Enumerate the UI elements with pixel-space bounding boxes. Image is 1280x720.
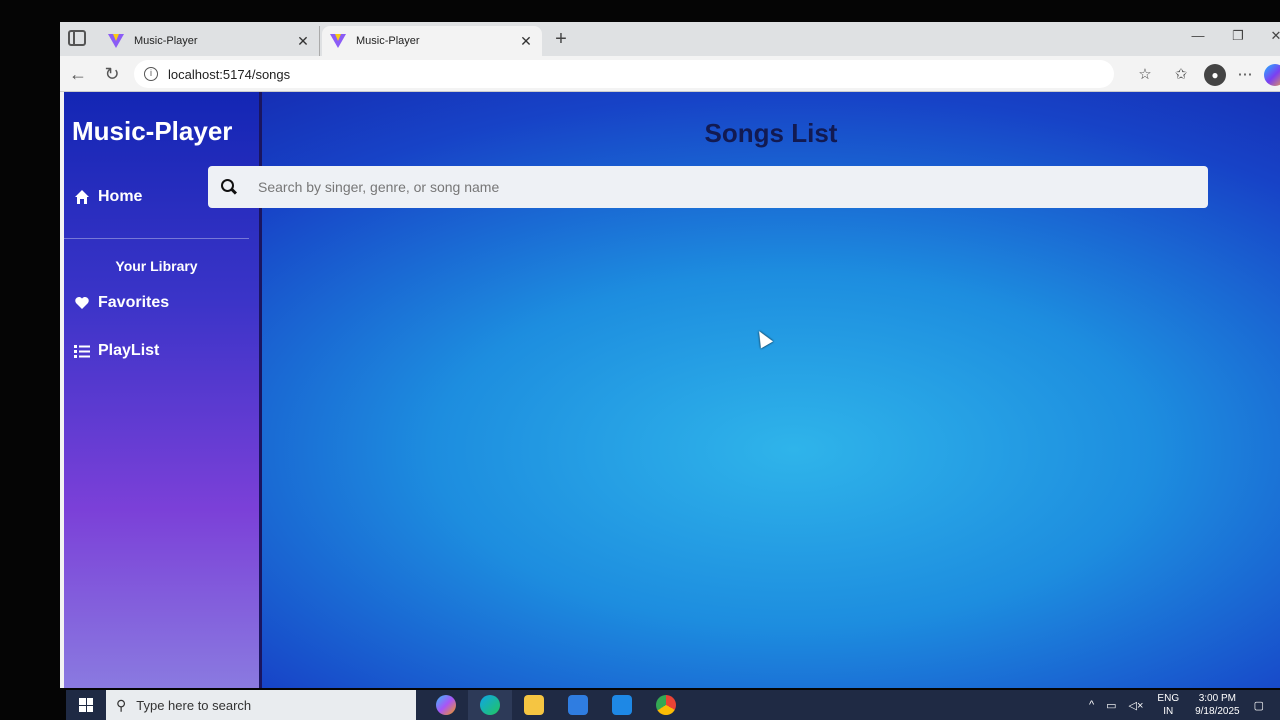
taskbar-search[interactable]: ⚲ Type here to search (106, 690, 416, 720)
language-indicator[interactable]: ENG IN (1157, 692, 1179, 718)
taskbar-edge[interactable] (468, 690, 512, 720)
tab-music-player-2[interactable]: Music-Player ✕ (322, 26, 542, 56)
tab-title: Music-Player (134, 35, 198, 47)
folder-icon (524, 695, 544, 715)
tab-actions-icon[interactable] (68, 30, 86, 46)
favorites-bar-icon[interactable]: ✩ (1170, 64, 1192, 86)
vite-favicon-icon (108, 34, 124, 48)
sidebar-divider (64, 238, 249, 239)
tab-title: Music-Player (356, 35, 420, 47)
tab-close-icon[interactable]: ✕ (295, 33, 311, 50)
sidebar-item-favorites[interactable]: Favorites (72, 294, 169, 312)
taskbar-mail[interactable] (556, 690, 600, 720)
tab-bar: Music-Player ✕ Music-Player ✕ + — ❐ ✕ (60, 22, 1280, 56)
taskbar-copilot[interactable] (424, 690, 468, 720)
edge-icon (480, 695, 500, 715)
taskbar-chrome[interactable] (644, 690, 688, 720)
mouse-pointer-icon (752, 327, 774, 349)
notifications-icon[interactable]: ▢ (1254, 699, 1264, 712)
tab-music-player-1[interactable]: Music-Player ✕ (100, 26, 320, 56)
address-bar: ← ↻ i localhost:5174/songs ☆ ✩ ● ⋯ (60, 56, 1280, 92)
search-bar (208, 166, 1208, 208)
windows-logo-icon (79, 698, 93, 712)
back-arrow-icon[interactable]: ← (66, 62, 90, 86)
favorite-star-icon[interactable]: ☆ (1134, 64, 1156, 86)
library-heading: Your Library (115, 258, 198, 274)
taskbar-vscode[interactable] (600, 690, 644, 720)
reload-icon[interactable]: ↻ (100, 62, 124, 86)
restore-icon[interactable]: ❐ (1228, 28, 1248, 44)
heart-icon (75, 297, 89, 309)
clock-date: 9/18/2025 (1195, 706, 1240, 717)
system-tray: ^ ▭ ◁× ENG IN 3:00 PM 9/18/2025 ▢ (1083, 690, 1270, 720)
lang-code: ENG (1157, 693, 1180, 704)
web-page: Music-Player Home Your Library Favorites (64, 92, 1280, 688)
minimize-icon[interactable]: — (1188, 28, 1208, 43)
taskbar-search-placeholder: Type here to search (136, 697, 252, 713)
clock-time: 3:00 PM (1198, 693, 1236, 704)
sidebar-item-label: Home (98, 188, 143, 205)
chrome-icon (656, 695, 676, 715)
vscode-icon (612, 695, 632, 715)
volume-muted-icon[interactable]: ◁× (1129, 699, 1144, 712)
search-icon (220, 178, 238, 196)
search-input[interactable] (258, 179, 1158, 195)
url-text: localhost:5174/songs (168, 66, 291, 82)
taskbar: ⚲ Type here to search ^ ▭ ◁× ENG IN 3:00… (66, 690, 1280, 720)
list-icon (74, 345, 90, 358)
tab-close-icon[interactable]: ✕ (518, 33, 534, 50)
start-button[interactable] (66, 690, 106, 720)
browser-window: Music-Player ✕ Music-Player ✕ + — ❐ ✕ ← … (60, 22, 1280, 688)
clock[interactable]: 3:00 PM 9/18/2025 (1195, 692, 1240, 718)
sidebar-item-label: PlayList (98, 342, 160, 359)
sidebar-item-playlist[interactable]: PlayList (72, 342, 159, 360)
network-icon[interactable]: ▭ (1106, 699, 1116, 712)
copilot-icon (436, 695, 456, 715)
close-window-icon[interactable]: ✕ (1266, 28, 1280, 44)
page-title: Songs List (704, 118, 838, 148)
more-options-icon[interactable]: ⋯ (1234, 64, 1256, 86)
copilot-icon[interactable] (1264, 64, 1280, 86)
url-field[interactable]: i localhost:5174/songs (134, 60, 1114, 88)
new-tab-button[interactable]: + (550, 26, 572, 52)
brand-title: Music-Player (72, 116, 233, 146)
sidebar-item-label: Favorites (98, 294, 170, 311)
sidebar-item-home[interactable]: Home (72, 188, 142, 206)
chevron-up-icon[interactable]: ^ (1089, 699, 1094, 711)
region-code: IN (1163, 706, 1174, 717)
vite-favicon-icon (330, 34, 346, 48)
site-info-icon[interactable]: i (144, 67, 158, 81)
taskbar-apps (424, 690, 688, 720)
profile-avatar-icon[interactable]: ● (1204, 64, 1226, 86)
search-icon: ⚲ (116, 696, 127, 713)
taskbar-file-explorer[interactable] (512, 690, 556, 720)
home-icon (75, 190, 89, 204)
mail-icon (568, 695, 588, 715)
